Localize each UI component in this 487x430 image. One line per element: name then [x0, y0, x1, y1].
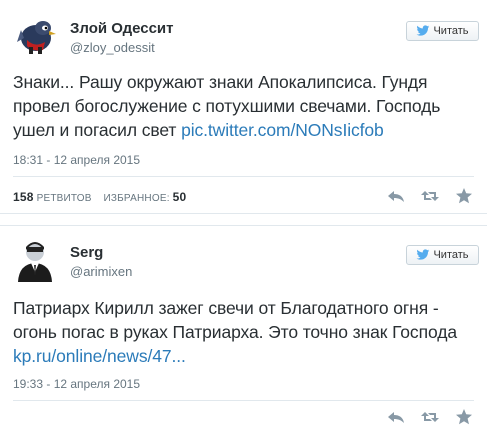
favorites-label: избранное:: [103, 193, 170, 204]
tweet-stats: 158 ретвитов избранное: 50: [13, 190, 186, 204]
retweet-icon[interactable]: [421, 188, 439, 204]
avatar[interactable]: [13, 14, 57, 58]
follow-label: Читать: [433, 25, 469, 37]
star-icon[interactable]: [455, 409, 473, 425]
divider: [13, 176, 474, 177]
timestamp[interactable]: 19:33 - 12 апреля 2015: [13, 377, 140, 391]
divider: [13, 400, 474, 401]
avatar[interactable]: [13, 238, 57, 282]
twitter-bird-icon: [416, 249, 430, 260]
tweet-link[interactable]: pic.twitter.com/NONsIicfob: [181, 120, 384, 140]
retweets-label: ретвитов: [36, 193, 92, 204]
tweet-actions: [387, 409, 473, 425]
tweet-header: Злой Одессит @zloy_odessit Читать: [0, 0, 487, 60]
display-name[interactable]: Злой Одессит: [70, 20, 174, 37]
screen-name[interactable]: @arimixen: [70, 264, 132, 279]
tweet-body: Патриарх Кирилл зажег свечи от Благодатн…: [13, 298, 457, 342]
retweets-count[interactable]: 158: [13, 190, 34, 204]
star-icon[interactable]: [455, 188, 473, 204]
tweet-actions: [387, 188, 473, 204]
tweet-header: Serg @arimixen Читать: [0, 226, 487, 286]
tweet-card-1: Злой Одессит @zloy_odessit Читать Знаки.…: [0, 0, 487, 214]
tweet-card-2: Serg @arimixen Читать Патриарх Кирилл за…: [0, 225, 487, 430]
follow-button[interactable]: Читать: [406, 21, 479, 41]
twitter-bird-icon: [416, 25, 430, 36]
retweet-icon[interactable]: [421, 409, 439, 425]
reply-icon[interactable]: [387, 188, 405, 204]
screen-name[interactable]: @zloy_odessit: [70, 40, 155, 55]
tweet-link[interactable]: kp.ru/online/news/47...: [13, 346, 186, 366]
tweet-text: Патриарх Кирилл зажег свечи от Благодатн…: [13, 296, 483, 368]
follow-button[interactable]: Читать: [406, 245, 479, 265]
timestamp[interactable]: 18:31 - 12 апреля 2015: [13, 153, 140, 167]
favorites-count[interactable]: 50: [173, 190, 187, 204]
reply-icon[interactable]: [387, 409, 405, 425]
tweet-text: Знаки... Рашу окружают знаки Апокалипсис…: [13, 70, 483, 142]
follow-label: Читать: [433, 249, 469, 261]
display-name[interactable]: Serg: [70, 244, 103, 261]
